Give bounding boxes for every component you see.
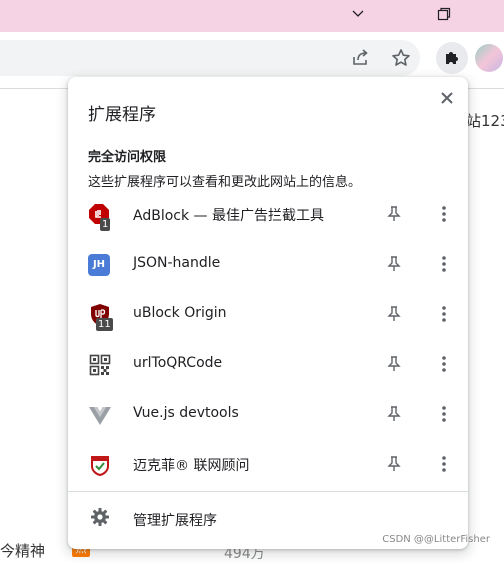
mcafee-icon <box>88 453 112 477</box>
extension-row-vue-devtools[interactable]: Vue.js devtools <box>68 390 468 440</box>
section-title: 完全访问权限 <box>88 150 167 165</box>
menu-divider <box>68 491 468 492</box>
pin-button[interactable] <box>382 402 406 426</box>
gear-icon <box>90 507 112 529</box>
share-icon <box>353 49 368 65</box>
json-handle-icon-text: JH <box>92 259 106 270</box>
window-titlebar <box>0 0 504 32</box>
pin-icon <box>387 306 401 321</box>
adblock-count-badge: 1 <box>100 218 111 231</box>
extensions-button[interactable] <box>436 42 468 74</box>
more-vert-icon <box>442 306 446 322</box>
extension-row-mcafee[interactable]: 迈克菲® 联网顾问 <box>68 440 468 490</box>
pin-button[interactable] <box>382 202 406 226</box>
more-vert-icon <box>442 356 446 372</box>
extension-name: urlToQRCode <box>133 355 223 371</box>
more-vert-icon <box>442 206 446 222</box>
qr-code-icon <box>88 353 112 377</box>
page-text-side: 站123 <box>466 112 504 130</box>
adblock-icon: 1 <box>88 203 112 231</box>
more-options-button[interactable] <box>432 252 456 276</box>
pin-icon <box>387 356 401 371</box>
extension-name: JSON-handle <box>133 255 221 271</box>
page-text-bottom: 今精神 <box>0 542 46 560</box>
watermark: CSDN @@LitterFisher <box>382 534 490 545</box>
star-icon <box>392 49 410 66</box>
more-options-button[interactable] <box>432 352 456 376</box>
close-button[interactable] <box>436 87 458 109</box>
avatar <box>475 44 503 72</box>
more-options-button[interactable] <box>432 302 456 326</box>
extension-name: Vue.js devtools <box>133 405 239 421</box>
more-options-button[interactable] <box>432 202 456 226</box>
more-vert-icon <box>442 256 446 272</box>
extension-row-url-to-qrcode[interactable]: urlToQRCode <box>68 340 468 390</box>
pin-button[interactable] <box>382 452 406 476</box>
ublock-origin-icon: 11 <box>88 303 113 331</box>
more-vert-icon <box>442 456 446 472</box>
profile-avatar-button[interactable] <box>474 42 504 74</box>
extension-row-adblock[interactable]: 1 AdBlock — 最佳广告拦截工具 <box>68 190 468 240</box>
ublock-count-badge: 11 <box>96 318 113 331</box>
more-options-button[interactable] <box>432 402 456 426</box>
more-options-button[interactable] <box>432 452 456 476</box>
pin-icon <box>387 406 401 421</box>
manage-extensions-item[interactable]: 管理扩展程序 <box>68 497 468 539</box>
share-button[interactable] <box>345 42 377 74</box>
bookmark-star-button[interactable] <box>385 42 417 74</box>
close-icon <box>441 92 453 104</box>
tab-search-button[interactable] <box>338 0 378 28</box>
section-description: 这些扩展程序可以查看和更改此网站上的信息。 <box>88 175 362 190</box>
pin-button[interactable] <box>382 252 406 276</box>
restore-icon <box>437 7 451 21</box>
pin-button[interactable] <box>382 352 406 376</box>
pin-icon <box>387 206 401 221</box>
pin-icon <box>387 456 401 471</box>
more-vert-icon <box>442 406 446 422</box>
extension-name: AdBlock — 最佳广告拦截工具 <box>133 208 324 224</box>
puzzle-icon <box>446 52 458 64</box>
window-restore-button[interactable] <box>424 0 464 28</box>
extension-row-ublock-origin[interactable]: 11 uBlock Origin <box>68 290 468 340</box>
vue-icon <box>88 403 112 427</box>
pin-button[interactable] <box>382 302 406 326</box>
extension-name: uBlock Origin <box>133 305 227 321</box>
extensions-menu: 扩展程序 完全访问权限 这些扩展程序可以查看和更改此网站上的信息。 1 AdBl… <box>68 77 468 549</box>
manage-extensions-label: 管理扩展程序 <box>133 513 217 529</box>
extension-name: 迈克菲® 联网顾问 <box>133 458 250 474</box>
panel-title: 扩展程序 <box>88 105 156 125</box>
extension-row-json-handle[interactable]: JH JSON-handle <box>68 240 468 290</box>
pin-icon <box>387 256 401 271</box>
chevron-down-icon <box>352 10 364 17</box>
json-handle-icon: JH <box>88 254 110 276</box>
